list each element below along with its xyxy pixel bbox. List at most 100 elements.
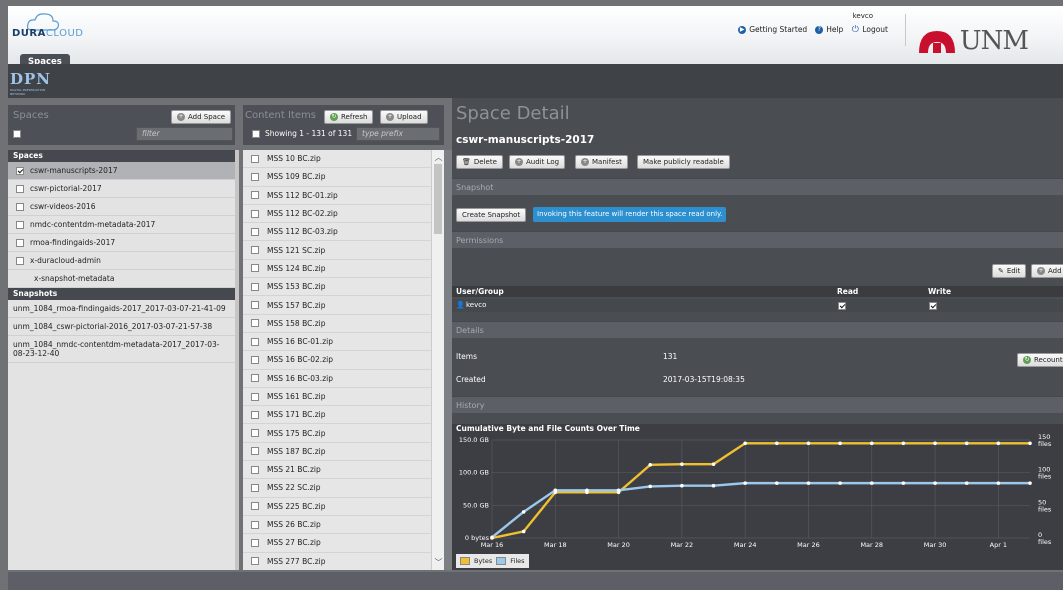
content-item[interactable]: MSS 277 BC.zip: [243, 553, 431, 570]
content-item-checkbox[interactable]: [251, 172, 259, 181]
content-item[interactable]: MSS 161 BC.zip: [243, 388, 431, 407]
content-item[interactable]: MSS 157 BC.zip: [243, 296, 431, 315]
chart-title: Cumulative Byte and File Counts Over Tim…: [456, 424, 640, 433]
content-item-checkbox[interactable]: [251, 355, 259, 364]
spaces-filter-input[interactable]: filter: [136, 127, 233, 141]
refresh-button[interactable]: ↻ Refresh: [324, 110, 374, 124]
content-item[interactable]: MSS 112 BC-03.zip: [243, 223, 431, 242]
content-item[interactable]: MSS 112 BC-02.zip: [243, 205, 431, 224]
space-item[interactable]: x-duracloud-admin: [8, 252, 235, 270]
delete-button[interactable]: 🗑 Delete: [456, 155, 503, 169]
content-item-checkbox[interactable]: [251, 392, 259, 401]
content-item-checkbox[interactable]: [251, 282, 259, 291]
upload-button[interactable]: + Upload: [380, 110, 428, 124]
content-item-checkbox[interactable]: [251, 154, 259, 163]
prefix-filter-input[interactable]: type prefix: [356, 127, 440, 141]
content-item[interactable]: MSS 124 BC.zip: [243, 260, 431, 279]
space-checkbox[interactable]: [16, 202, 24, 211]
duracloud-logo[interactable]: DURACLOUD: [12, 12, 83, 42]
content-item-checkbox[interactable]: [251, 209, 259, 218]
content-item-checkbox[interactable]: [251, 301, 259, 310]
space-item[interactable]: rmoa-findingaids-2017: [8, 234, 235, 252]
recount-button[interactable]: ↻ Recount: [1017, 353, 1063, 367]
logout-link[interactable]: ⏻ Logout: [851, 25, 888, 34]
content-item[interactable]: MSS 175 BC.zip: [243, 424, 431, 443]
snapshot-item[interactable]: unm_1084_rmoa-findingaids-2017_2017-03-0…: [8, 300, 235, 318]
content-item[interactable]: MSS 26 BC.zip: [243, 516, 431, 535]
content-item[interactable]: MSS 225 BC.zip: [243, 498, 431, 516]
make-public-button[interactable]: Make publicly readable: [637, 155, 730, 169]
data-point-bytes: [996, 441, 1001, 446]
content-item-checkbox[interactable]: [251, 410, 259, 419]
content-scrollbar[interactable]: ︿ ﹀: [431, 150, 444, 570]
content-item-checkbox[interactable]: [251, 502, 259, 511]
edit-permissions-button[interactable]: ✎ Edit: [992, 264, 1027, 278]
content-item[interactable]: MSS 153 BC.zip: [243, 278, 431, 297]
content-item-checkbox[interactable]: [251, 483, 259, 492]
content-item-checkbox[interactable]: [251, 264, 259, 273]
content-item[interactable]: MSS 171 BC.zip: [243, 406, 431, 425]
content-item-checkbox[interactable]: [251, 447, 259, 456]
content-item[interactable]: MSS 187 BC.zip: [243, 443, 431, 462]
snapshot-item[interactable]: unm_1084_cswr-pictorial-2016_2017-03-07-…: [8, 318, 235, 336]
spaces-list: cswr-manuscripts-2017 cswr-pictorial-2017…: [8, 162, 235, 288]
space-item[interactable]: cswr-manuscripts-2017: [8, 162, 235, 180]
content-item-checkbox[interactable]: [251, 337, 259, 346]
content-item-checkbox[interactable]: [251, 191, 259, 200]
content-item-checkbox[interactable]: [251, 538, 259, 547]
content-item[interactable]: MSS 121 SC.zip: [243, 241, 431, 260]
create-snapshot-button[interactable]: Create Snapshot: [456, 208, 527, 222]
content-item[interactable]: MSS 21 BC.zip: [243, 461, 431, 480]
space-checkbox[interactable]: [16, 184, 24, 193]
read-permission-checkbox[interactable]: [838, 302, 846, 310]
scroll-down-icon[interactable]: ﹀: [434, 557, 443, 568]
right-splitter[interactable]: [444, 150, 452, 570]
content-item[interactable]: MSS 27 BC.zip: [243, 534, 431, 553]
manifest-button[interactable]: + Manifest: [575, 155, 628, 169]
content-item-checkbox[interactable]: [251, 520, 259, 529]
add-permission-button[interactable]: + Add: [1031, 264, 1063, 278]
content-item-checkbox[interactable]: [251, 246, 259, 255]
audit-log-button[interactable]: + Audit Log: [509, 155, 566, 169]
space-item[interactable]: nmdc-contentdm-metadata-2017: [8, 216, 235, 234]
scroll-thumb[interactable]: [434, 164, 442, 234]
content-item-checkbox[interactable]: [251, 465, 259, 474]
write-permission-checkbox[interactable]: [929, 302, 937, 310]
select-all-spaces-checkbox[interactable]: [13, 130, 21, 138]
space-checkbox[interactable]: [16, 220, 24, 229]
scroll-up-icon[interactable]: ︿: [434, 152, 443, 163]
refresh-icon: ↻: [1023, 356, 1031, 364]
space-checkbox[interactable]: [16, 166, 24, 175]
data-point-files: [838, 481, 842, 485]
content-item[interactable]: MSS 16 BC-02.zip: [243, 351, 431, 370]
content-item[interactable]: MSS 16 BC-01.zip: [243, 333, 431, 352]
content-item[interactable]: MSS 22 SC.zip: [243, 479, 431, 498]
getting-started-link[interactable]: ▶ Getting Started: [738, 25, 807, 34]
items-count-label: Showing 1 - 131 of 131: [265, 129, 353, 138]
space-detail-panel: Space Detail cswr-manuscripts-2017 🗑 Dele…: [452, 98, 1063, 570]
content-item-checkbox[interactable]: [251, 374, 259, 383]
content-item[interactable]: MSS 109 BC.zip: [243, 168, 431, 187]
space-checkbox[interactable]: [16, 238, 24, 247]
content-item-checkbox[interactable]: [251, 429, 259, 438]
content-item-checkbox[interactable]: [251, 319, 259, 328]
space-checkbox[interactable]: [16, 256, 24, 265]
y-tick-label-right-unit: files: [1038, 538, 1052, 546]
manifest-label: Manifest: [592, 158, 622, 166]
snapshot-item[interactable]: unm_1084_nmdc-contentdm-metadata-2017_20…: [8, 336, 235, 363]
add-space-button[interactable]: + Add Space: [171, 110, 232, 124]
data-point-bytes: [521, 529, 526, 534]
refresh-label: Refresh: [341, 113, 368, 121]
content-item[interactable]: MSS 16 BC-03.zip: [243, 370, 431, 388]
content-item-checkbox[interactable]: [251, 227, 259, 236]
select-all-items-checkbox[interactable]: [252, 130, 260, 138]
space-item[interactable]: cswr-videos-2016: [8, 198, 235, 216]
help-link[interactable]: ? Help: [815, 25, 843, 34]
content-item[interactable]: MSS 10 BC.zip: [243, 150, 431, 169]
space-item[interactable]: cswr-pictorial-2017: [8, 180, 235, 198]
content-item[interactable]: MSS 112 BC-01.zip: [243, 187, 431, 205]
content-item-checkbox[interactable]: [251, 557, 259, 566]
content-item[interactable]: MSS 158 BC.zip: [243, 315, 431, 333]
space-item[interactable]: x-snapshot-metadata: [8, 270, 235, 288]
left-splitter[interactable]: [235, 150, 239, 570]
